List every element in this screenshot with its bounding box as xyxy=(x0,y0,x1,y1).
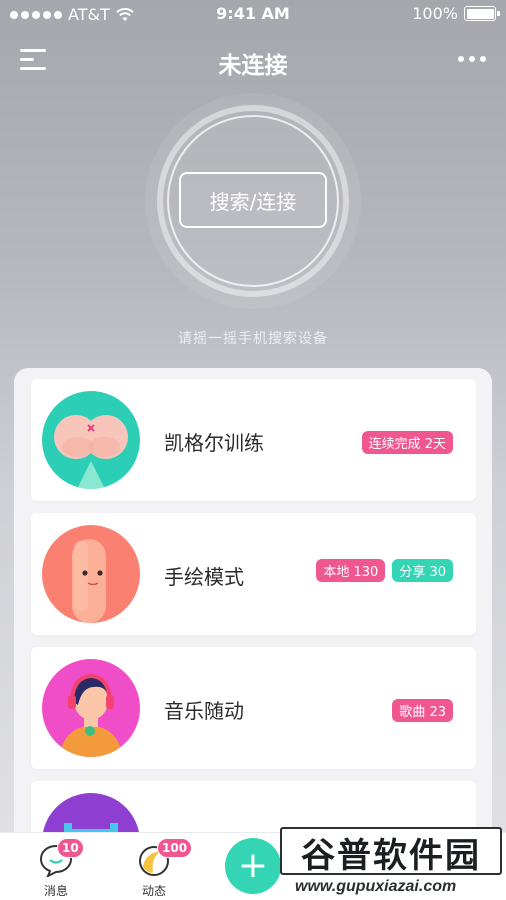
feed-badge: 100 xyxy=(157,838,193,858)
card-tags: 本地 130 分享 30 xyxy=(316,559,453,582)
card-title: 手绘模式 xyxy=(164,565,244,589)
watermark-logo: 谷普软件园 www.gupuxiazai.com xyxy=(275,822,506,900)
tab-feed[interactable]: 100 动态 xyxy=(119,833,193,900)
shake-hint: 请摇一摇手机搜索设备 xyxy=(178,331,328,347)
kegel-avatar xyxy=(42,391,140,489)
tab-label: 动态 xyxy=(141,884,166,898)
card-kegel-training[interactable]: 凯格尔训练 连续完成 2天 xyxy=(31,379,476,501)
tab-messages[interactable]: 10 消息 xyxy=(21,833,91,900)
card-tags: 连续完成 2天 xyxy=(361,431,453,454)
card-drawing-mode[interactable]: 手绘模式 本地 130 分享 30 xyxy=(31,513,476,635)
top-nav: 未连接 xyxy=(0,40,506,80)
watermark-title: 谷普软件园 xyxy=(301,836,481,876)
music-avatar xyxy=(42,659,140,757)
more-icon[interactable] xyxy=(458,56,486,62)
status-bar: AT&T 9:41 AM 100% xyxy=(0,0,506,30)
card-music-sync[interactable]: 音乐随动 歌曲 23 xyxy=(31,647,476,769)
song-count-tag: 歌曲 23 xyxy=(392,699,453,722)
add-button[interactable]: + xyxy=(225,838,281,894)
watermark-url: www.gupuxiazai.com xyxy=(295,878,457,895)
share-count-tag: 分享 30 xyxy=(392,559,453,582)
messages-badge: 10 xyxy=(57,838,84,858)
battery-group: 100% xyxy=(412,4,500,23)
finger-avatar xyxy=(42,525,140,623)
battery-percent: 100% xyxy=(412,4,458,23)
search-connect-button[interactable]: 搜索/连接 xyxy=(179,172,327,228)
card-title: 凯格尔训练 xyxy=(164,431,264,455)
card-tags: 歌曲 23 xyxy=(392,699,453,722)
tab-label: 消息 xyxy=(43,884,68,898)
card-title: 音乐随动 xyxy=(164,699,244,723)
local-count-tag: 本地 130 xyxy=(316,559,386,582)
streak-tag: 连续完成 2天 xyxy=(361,431,453,454)
battery-icon xyxy=(464,6,500,21)
page-title: 未连接 xyxy=(218,53,288,79)
